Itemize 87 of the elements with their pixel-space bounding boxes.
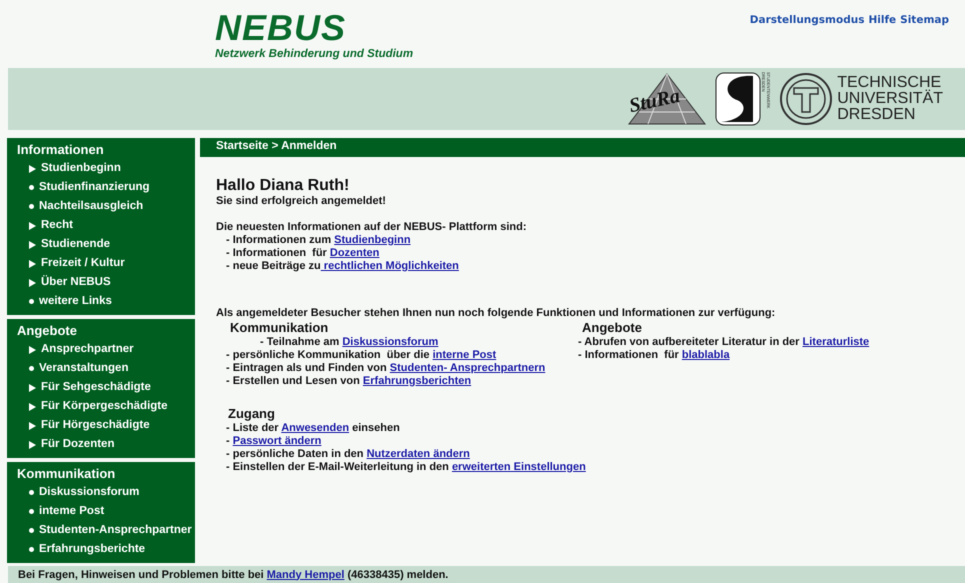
bullet-icon bbox=[29, 204, 34, 209]
triangle-icon bbox=[29, 278, 36, 286]
site-tagline: Netzwerk Behinderung und Studium bbox=[215, 48, 414, 60]
link[interactable]: Diskussionsforum bbox=[342, 336, 438, 348]
link[interactable]: rechtlichen Möglichkeiten bbox=[320, 260, 459, 272]
pyramid-logo-icon bbox=[627, 72, 708, 126]
sidebar-item[interactable]: Studenten-Ansprechpartner bbox=[17, 521, 195, 540]
sidebar-item[interactable]: Über NEBUS bbox=[17, 273, 195, 292]
info-line: - Passwort ändern bbox=[225, 435, 322, 448]
sidebar-item[interactable]: Studienbeginn bbox=[17, 159, 195, 178]
sidebar-item[interactable]: Nachteilsausgleich bbox=[17, 197, 195, 216]
group-heading: Zugang bbox=[227, 406, 276, 422]
greeting-heading: Hallo Diana Ruth! bbox=[216, 177, 350, 195]
link[interactable]: Anwesenden bbox=[281, 422, 350, 434]
university-name: DRESDEN bbox=[837, 107, 916, 123]
stura-logo: StuRa bbox=[627, 84, 682, 118]
link[interactable]: erweiterten Einstellungen bbox=[452, 461, 586, 473]
university-seal-icon bbox=[779, 72, 834, 126]
triangle-icon bbox=[29, 422, 36, 430]
link[interactable]: Nutzerdaten ändern bbox=[366, 448, 470, 460]
bullet-icon bbox=[29, 509, 34, 514]
sidebar-item[interactable]: Freizeit / Kultur bbox=[17, 254, 195, 273]
login-status: Sie sind erfolgreich angemeldet! bbox=[216, 195, 387, 208]
sidebar-item[interactable]: Für Körpergeschädigte bbox=[17, 397, 195, 416]
info-line: - Liste der Anwesenden einsehen bbox=[225, 422, 401, 435]
info-line: - Informationen zum Studienbeginn bbox=[225, 234, 412, 247]
info-line: - persönliche Daten in den Nutzerdaten ändern bbox=[225, 448, 471, 461]
sidebar-item[interactable]: Studienende bbox=[17, 235, 195, 254]
triangle-icon bbox=[29, 384, 36, 392]
s-logo-icon bbox=[715, 72, 762, 126]
info-line: - persönliche Kommunikation über die interne Post bbox=[225, 349, 498, 362]
sidebar-item[interactable]: Für Dozenten bbox=[17, 435, 195, 454]
bullet-icon bbox=[29, 185, 34, 190]
sidebar-item[interactable]: inteme Post bbox=[17, 502, 195, 521]
triangle-icon bbox=[29, 222, 36, 230]
link[interactable]: Mandy Hempel bbox=[266, 568, 344, 580]
breadcrumb-bar: Startseite > Anmelden bbox=[200, 138, 965, 157]
info-line: - Erstellen und Lesen von Erfahrungsberichten bbox=[225, 375, 472, 388]
triangle-icon bbox=[29, 346, 36, 354]
link[interactable]: Dozenten bbox=[330, 247, 380, 259]
section-title: Informationen bbox=[17, 141, 105, 159]
link[interactable]: Literaturliste bbox=[802, 336, 870, 348]
sidebar-item[interactable]: Veranstaltungen bbox=[17, 359, 195, 378]
link[interactable]: Studenten- Ansprechpartnern bbox=[390, 362, 546, 374]
sidebar-item[interactable]: Ansprechpartner bbox=[17, 340, 195, 359]
link[interactable]: Erfahrungsberichten bbox=[362, 375, 472, 387]
triangle-icon bbox=[29, 260, 36, 268]
info-line: - neue Beiträge zu rechtlichen Möglichkeiten bbox=[225, 260, 460, 273]
header-link[interactable]: Darstellungsmodus bbox=[750, 14, 864, 27]
info-line: - Informationen für Dozenten bbox=[225, 247, 380, 260]
section-title: Angebote bbox=[17, 322, 78, 340]
triangle-icon bbox=[29, 402, 36, 410]
info-line: - Eintragen als und Finden von Studenten- Ansprechpartnern bbox=[225, 362, 546, 375]
sidebar-item[interactable]: weitere Links bbox=[17, 292, 195, 311]
group-heading: Angebote bbox=[581, 320, 643, 336]
sidebar-item[interactable]: Diskussionsforum bbox=[17, 483, 195, 502]
info-line: - Teilnahme am Diskussionsforum bbox=[259, 336, 440, 349]
functions-intro: Als angemeldeter Besucher stehen Ihnen nun noch folgende Funktionen und Informationen zur verfügung: bbox=[216, 307, 776, 320]
info-line: - Einstellen der E-Mail-Weiterleitung in den erweiterten Einstellungen bbox=[225, 461, 587, 474]
group-heading: Kommunikation bbox=[229, 320, 330, 336]
bullet-icon bbox=[29, 299, 34, 304]
sidebar-item[interactable]: Recht bbox=[17, 216, 195, 235]
section-title: Kommunikation bbox=[17, 465, 116, 483]
header-link[interactable]: Sitemap bbox=[900, 14, 949, 27]
link[interactable]: interne Post bbox=[432, 349, 496, 361]
info-line: - Informationen für blablabla bbox=[577, 349, 731, 362]
sidebar-item[interactable]: Für Hörgeschädigte bbox=[17, 416, 195, 435]
bullet-icon bbox=[29, 490, 34, 495]
bullet-icon bbox=[29, 528, 34, 533]
link[interactable]: blablabla bbox=[682, 349, 730, 361]
site-logo: NEBUS bbox=[215, 10, 348, 46]
sidebar-item[interactable]: Studienfinanzierung bbox=[17, 178, 195, 197]
university-name: TECHNISCHE bbox=[837, 75, 942, 91]
bullet-icon bbox=[29, 547, 34, 552]
news-intro: Die neuesten Informationen auf der NEBUS- Plattform sind: bbox=[216, 221, 528, 234]
triangle-icon bbox=[29, 240, 36, 248]
header-link[interactable]: Hilfe bbox=[868, 14, 896, 27]
university-name: UNIVERSITÄT bbox=[837, 91, 943, 107]
sidebar-item[interactable]: Für Sehgeschädigte bbox=[17, 378, 195, 397]
triangle-icon bbox=[29, 440, 36, 448]
bullet-icon bbox=[29, 366, 34, 371]
sidebar-item[interactable]: Erfahrungsberichte bbox=[17, 540, 195, 559]
triangle-icon bbox=[29, 164, 36, 172]
info-line: - Abrufen von aufbereiteter Literatur in der Literaturliste bbox=[577, 336, 870, 349]
footer-text: Bei Fragen, Hinweisen und Problemen bitte bei Mandy Hempel (46338435) melden. bbox=[18, 568, 448, 580]
link[interactable]: Passwort ändern bbox=[232, 435, 322, 447]
link[interactable]: Studienbeginn bbox=[334, 234, 411, 246]
